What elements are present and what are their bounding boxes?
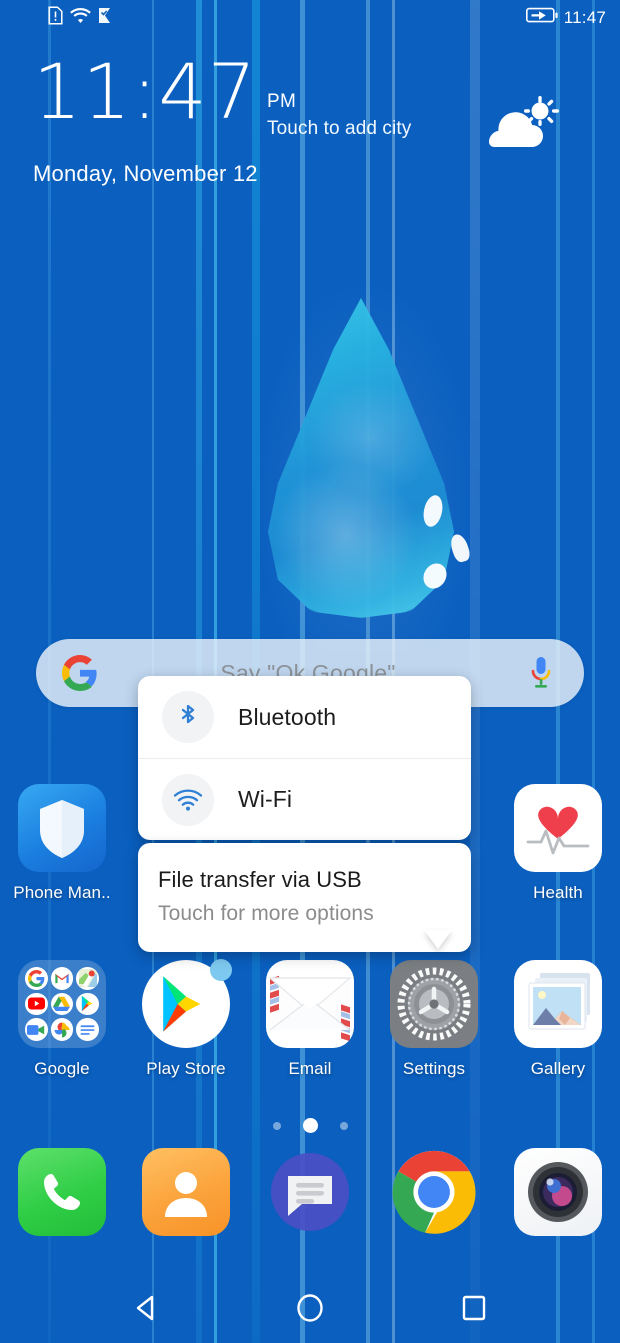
usb-notification-subtitle: Touch for more options	[158, 902, 374, 925]
notification-badge	[210, 959, 232, 981]
dock-contacts[interactable]	[124, 1148, 248, 1236]
camera-icon-box[interactable]	[514, 1148, 602, 1236]
folder-app-photos	[50, 1018, 74, 1041]
contacts-icon-box[interactable]	[142, 1148, 230, 1236]
app-health[interactable]: Health	[496, 784, 620, 903]
messages-icon-box[interactable]	[266, 1148, 354, 1236]
sim-alert-icon	[48, 6, 63, 30]
dock	[0, 1148, 620, 1236]
chrome-icon	[390, 1148, 478, 1236]
contacts-person-icon	[142, 1148, 230, 1236]
folder-app-youtube	[25, 992, 48, 1016]
folder-app-drive	[50, 992, 74, 1016]
battery-charging-icon	[525, 7, 558, 29]
app-label: Play Store	[146, 1059, 226, 1078]
heart-pulse-icon	[514, 784, 602, 872]
app-play-store[interactable]: Play Store	[124, 959, 248, 1079]
app-settings[interactable]: Settings	[372, 960, 496, 1079]
email-icon-box[interactable]	[266, 960, 354, 1048]
app-gallery[interactable]: Gallery	[496, 960, 620, 1079]
dock-phone[interactable]	[0, 1148, 124, 1236]
microphone-icon[interactable]	[528, 656, 554, 690]
app-row-2: Google Play Store Email Settings Gallery	[0, 959, 620, 1079]
folder-app-google-search	[25, 967, 48, 990]
popup-pointer-tail	[424, 930, 452, 949]
vpn-flag-icon	[98, 7, 112, 29]
messages-bubble-icon	[266, 1148, 354, 1236]
status-bar-clock: 11:47	[563, 8, 606, 27]
phone-handset-icon	[18, 1148, 106, 1236]
usb-notification-title: File transfer via USB	[158, 867, 362, 892]
add-city-hint[interactable]: Touch to add city	[267, 118, 411, 140]
wifi-icon	[162, 773, 214, 826]
page-dot[interactable]	[339, 1121, 348, 1130]
wifi-icon	[70, 7, 91, 29]
camera-lens-icon	[514, 1148, 602, 1236]
navigation-bar	[0, 1273, 620, 1343]
home-circle-icon[interactable]	[278, 1282, 342, 1334]
clock-widget[interactable]: 11:47 PM Touch to add city Monday, Novem…	[0, 47, 620, 187]
photo-stack-icon	[514, 960, 602, 1048]
phone-manager-icon-box[interactable]	[18, 784, 106, 872]
gear-icon	[390, 960, 478, 1048]
page-indicator	[0, 1118, 620, 1133]
folder-app-meet	[25, 1018, 48, 1041]
app-label: Health	[533, 883, 583, 902]
app-email[interactable]: Email	[248, 960, 372, 1079]
envelope-icon	[266, 960, 354, 1048]
folder-app-maps	[76, 967, 99, 990]
status-bar-right: 11:47	[525, 7, 606, 29]
usb-option-wifi[interactable]: Wi-Fi	[138, 758, 471, 840]
page-dot[interactable]	[272, 1121, 281, 1130]
health-icon-box[interactable]	[514, 784, 602, 872]
settings-icon-box[interactable]	[390, 960, 478, 1048]
folder-app-play	[76, 992, 99, 1016]
clock-date: Monday, November 12	[33, 161, 258, 186]
status-bar: 11:47	[0, 0, 620, 36]
folder-app-gmail	[50, 967, 74, 990]
chrome-icon-box[interactable]	[390, 1148, 478, 1236]
usb-option-bluetooth[interactable]: Bluetooth	[138, 676, 471, 758]
usb-option-label: Bluetooth	[238, 703, 337, 730]
play-store-icon-box[interactable]	[142, 959, 232, 1048]
dock-messages[interactable]	[248, 1148, 372, 1236]
google-folder-icon-box[interactable]	[18, 960, 106, 1048]
clock-meridiem: PM	[267, 91, 297, 112]
page-dot-active[interactable]	[302, 1118, 318, 1133]
folder-app-docs	[76, 1018, 99, 1041]
app-label: Phone Man..	[13, 883, 111, 902]
recents-square-icon[interactable]	[442, 1282, 506, 1334]
partly-cloudy-icon[interactable]	[482, 95, 560, 155]
shield-icon	[18, 784, 106, 872]
phone-screen: 11:47 11:47 PM Touch to add city Monday,…	[0, 0, 620, 1343]
app-google-folder[interactable]: Google	[0, 960, 124, 1079]
clock-time: 11:47	[33, 47, 258, 136]
app-label: Settings	[402, 1059, 466, 1078]
dock-camera[interactable]	[496, 1148, 620, 1236]
bluetooth-icon	[162, 691, 214, 743]
phone-icon-box[interactable]	[18, 1148, 106, 1236]
usb-option-label: Wi-Fi	[238, 786, 293, 812]
app-phone-manager[interactable]: Phone Man..	[0, 784, 124, 903]
app-label: Email	[288, 1059, 332, 1078]
dock-chrome[interactable]	[372, 1148, 496, 1236]
usb-notification-popup[interactable]: File transfer via USB Touch for more opt…	[138, 843, 471, 952]
app-label: Gallery	[530, 1059, 586, 1078]
gallery-icon-box[interactable]	[514, 960, 602, 1048]
wallpaper-streak	[592, 0, 595, 1343]
usb-options-popup[interactable]: Bluetooth Wi-Fi	[138, 676, 471, 840]
app-label: Google	[34, 1059, 90, 1078]
back-triangle-icon[interactable]	[114, 1282, 178, 1334]
clock-side: PM Touch to add city	[267, 91, 411, 140]
status-bar-left-icons	[48, 6, 112, 30]
google-folder-icon	[18, 960, 106, 1048]
